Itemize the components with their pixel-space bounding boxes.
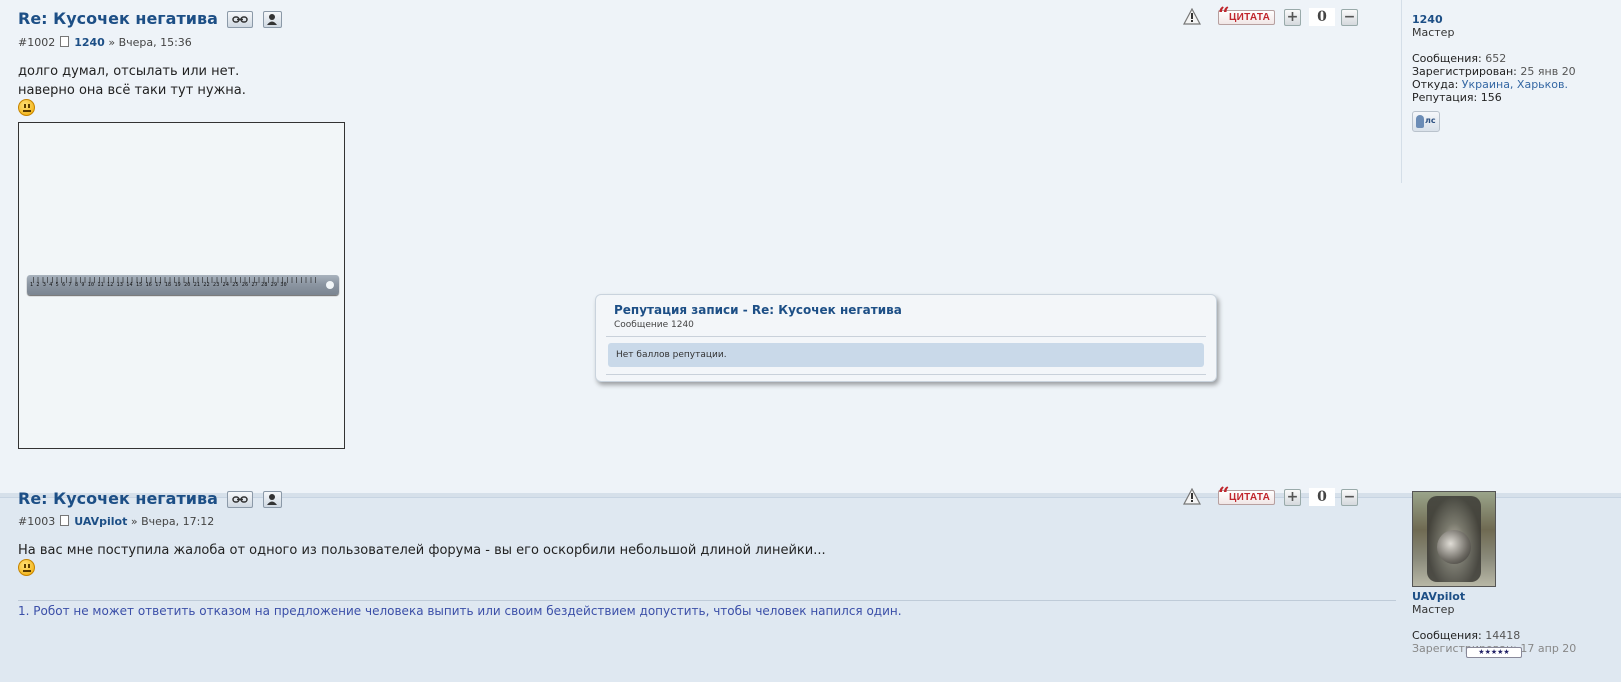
post-line: На вас мне поступила жалоба от одного из… (18, 543, 826, 558)
user-profile-icon[interactable] (263, 491, 283, 508)
post-meta: #1003 UAVpilot » Вчера, 17:12 (18, 515, 214, 528)
rep-value[interactable]: 0 (1309, 488, 1335, 506)
post-author[interactable]: 1240 (74, 36, 105, 49)
sidebar-rank: Мастер (1412, 603, 1455, 616)
sidebar-rank: Мастер (1412, 26, 1455, 39)
post-1003 (0, 497, 1621, 682)
user-avatar[interactable] (1412, 491, 1496, 587)
post-title[interactable]: Re: Кусочек негатива (18, 9, 283, 28)
rep-minus-button[interactable]: − (1341, 9, 1358, 26)
rank-stars: ★★★★★ (1466, 647, 1522, 658)
signature-divider (18, 600, 1396, 601)
rep-minus-button[interactable]: − (1341, 489, 1358, 506)
popup-message: Нет баллов репутации. (616, 350, 727, 360)
private-message-button[interactable]: лс (1412, 111, 1440, 132)
sidebar-registered: Зарегистрирован: 25 янв 20 (1412, 65, 1576, 78)
permalink-icon[interactable] (227, 491, 254, 508)
sidebar-reputation: Репутация: 156 (1412, 91, 1502, 104)
report-icon[interactable] (1183, 488, 1201, 506)
post-title[interactable]: Re: Кусочек негатива (18, 489, 283, 508)
post-author[interactable]: UAVpilot (74, 515, 127, 528)
user-profile-icon[interactable] (263, 11, 283, 28)
post-date: Вчера, 15:36 (118, 36, 192, 49)
user-sidebar: UAVpilot Мастер Сообщения: 14418 Зарегис… (1412, 590, 1576, 655)
quote-label: ЦИТАТА (1229, 492, 1271, 503)
smiley-icon (18, 559, 35, 576)
reputation-popup: Репутация записи - Re: Кусочек негатива … (595, 294, 1217, 382)
rep-plus-button[interactable]: + (1284, 489, 1301, 506)
post-number[interactable]: #1003 (18, 515, 55, 528)
post-title-text[interactable]: Re: Кусочек негатива (18, 9, 218, 28)
popup-message-box: Нет баллов репутации. (608, 343, 1204, 367)
rep-plus-button[interactable]: + (1284, 9, 1301, 26)
document-icon (60, 36, 70, 47)
smiley-icon (18, 99, 35, 116)
post-title-text[interactable]: Re: Кусочек негатива (18, 489, 218, 508)
ruler-image: 1 2 3 4 5 6 7 8 9 10 11 12 13 14 15 16 1… (27, 275, 339, 295)
quote-button[interactable]: “ЦИТАТА (1218, 2, 1275, 26)
sidebar-messages: Сообщения: 652 (1412, 52, 1507, 65)
signature: 1. Робот не может ответить отказом на пр… (18, 604, 902, 618)
ruler-labels: 1 2 3 4 5 6 7 8 9 10 11 12 13 14 15 16 1… (30, 282, 287, 288)
sidebar-username[interactable]: UAVpilot (1412, 590, 1576, 603)
attached-image[interactable]: 1 2 3 4 5 6 7 8 9 10 11 12 13 14 15 16 1… (18, 122, 345, 449)
sidebar-username[interactable]: 1240 (1412, 13, 1576, 26)
post-line: наверно она всё таки тут нужна. (18, 83, 246, 98)
quote-label: ЦИТАТА (1229, 12, 1271, 23)
date-separator: » (108, 36, 116, 49)
sidebar-divider (1401, 0, 1402, 183)
post-date: Вчера, 17:12 (141, 515, 215, 528)
post-body: На вас мне поступила жалоба от одного из… (18, 541, 826, 560)
document-icon (60, 515, 70, 526)
permalink-icon[interactable] (227, 11, 254, 28)
post-number[interactable]: #1002 (18, 36, 55, 49)
date-separator: » (130, 515, 138, 528)
rep-value[interactable]: 0 (1309, 8, 1335, 26)
popup-title[interactable]: Репутация записи - Re: Кусочек негатива (614, 303, 902, 317)
post-body: долго думал, отсылать или нет. наверно о… (18, 62, 246, 100)
sidebar-from: Откуда: Украина, Харьков. (1412, 78, 1569, 91)
post-meta: #1002 1240 » Вчера, 15:36 (18, 36, 192, 49)
sidebar-messages: Сообщения: 14418 (1412, 629, 1521, 642)
quote-button[interactable]: “ЦИТАТА (1218, 482, 1275, 506)
post-line: долго думал, отсылать или нет. (18, 64, 240, 79)
report-icon[interactable] (1183, 8, 1201, 26)
user-icon (1416, 115, 1424, 128)
user-sidebar: 1240 Мастер Сообщения: 652 Зарегистриров… (1412, 13, 1576, 104)
popup-subtitle: Сообщение 1240 (614, 320, 694, 330)
